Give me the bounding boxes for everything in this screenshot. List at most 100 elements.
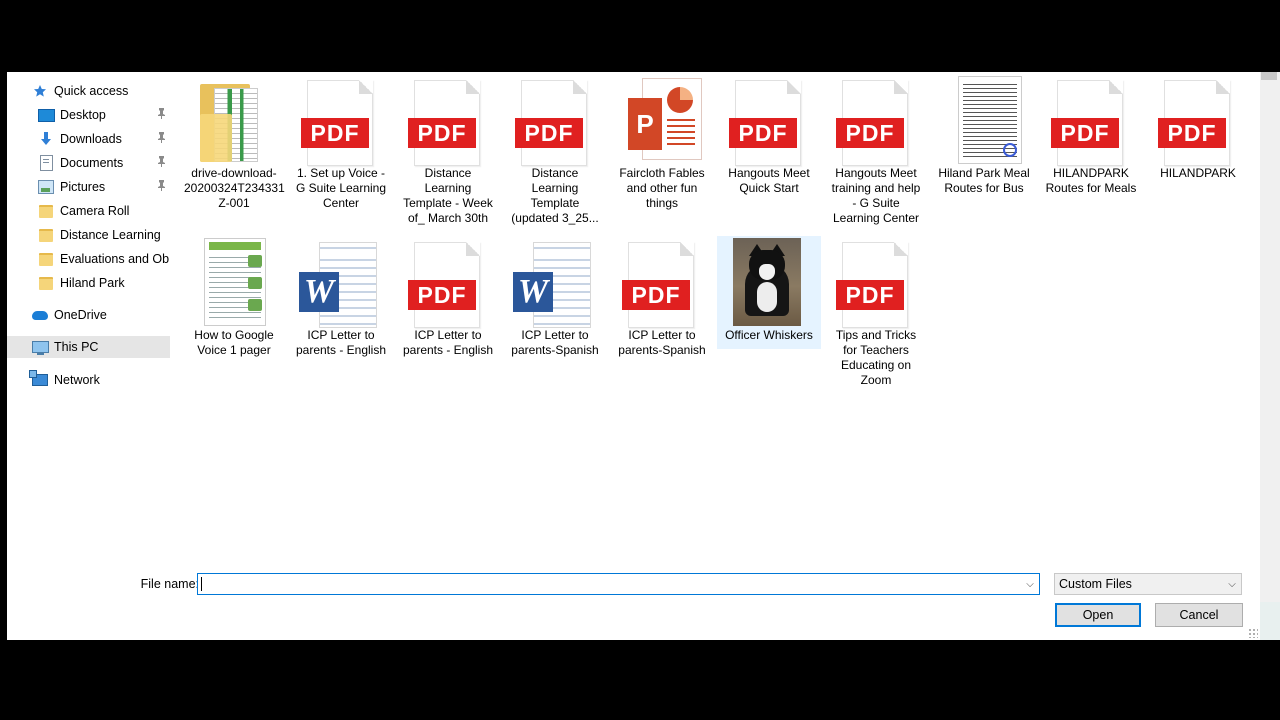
file-item[interactable]: How to Google Voice 1 pager [182, 236, 286, 358]
file-type-dropdown[interactable]: Custom Files ⌵ [1054, 573, 1242, 595]
file-name-label: Hangouts Meet Quick Start [728, 166, 810, 195]
nav-item-desktop[interactable]: Desktop [7, 104, 170, 126]
pdf-badge: PDF [729, 118, 797, 148]
file-item[interactable]: PDF Hangouts Meet training and help - G S… [824, 74, 928, 226]
file-item[interactable]: PDF 1. Set up Voice - G Suite Learning Ce… [289, 74, 393, 211]
file-item[interactable]: W ICP Letter to parents-Spanish [503, 236, 607, 358]
file-name-combobox[interactable]: ⌵ [197, 573, 1040, 595]
nav-item-label: Desktop [60, 108, 106, 122]
pdf-file-icon: PDF [824, 236, 928, 328]
file-item[interactable]: PDF Hangouts Meet Quick Start [717, 74, 821, 196]
computer-icon [31, 339, 49, 355]
nav-item-label: OneDrive [54, 308, 107, 322]
file-item[interactable]: PDF Distance Learning Template - Week of_… [396, 74, 500, 226]
navigation-pane[interactable]: Quick access Desktop Downloads Documents Pic… [7, 72, 170, 562]
file-name-label: drive-download- 20200324T234331 Z-001 [184, 166, 285, 210]
file-item[interactable]: P Faircloth Fables and other fun things [610, 74, 714, 211]
file-item[interactable]: Hiland Park Meal Routes for Bus [932, 74, 1036, 196]
pdf-badge: PDF [836, 280, 904, 310]
pin-icon [157, 180, 166, 194]
resize-grip-icon[interactable] [1248, 628, 1258, 638]
file-type-value: Custom Files [1059, 577, 1132, 591]
nav-item-documents[interactable]: Documents [7, 152, 170, 174]
file-name-label: Distance Learning Template - Week of_ Ma… [403, 166, 493, 225]
file-name-label: Officer Whiskers [725, 328, 813, 342]
scrollbar-thumb [1261, 72, 1277, 80]
nav-item-label: Quick access [54, 84, 129, 98]
file-item[interactable]: drive-download- 20200324T234331 Z-001 [182, 74, 286, 211]
file-name-label: Hiland Park Meal Routes for Bus [938, 166, 1030, 195]
desktop-icon [37, 107, 55, 123]
background-window-scrollbar [1260, 72, 1280, 602]
download-arrow-icon [37, 131, 55, 147]
file-item[interactable]: PDF HILANDPARK [1146, 74, 1250, 181]
file-name-label: Hangouts Meet training and help - G Suit… [831, 166, 921, 225]
network-icon [29, 370, 49, 388]
folder-icon [37, 251, 55, 267]
pdf-file-icon: PDF [396, 74, 500, 166]
pdf-file-icon: PDF [717, 74, 821, 166]
file-item[interactable]: Officer Whiskers [717, 236, 821, 349]
file-name-label: HILANDPARK [1160, 166, 1236, 180]
star-icon [31, 83, 49, 99]
file-name-label: ICP Letter to parents - English [402, 328, 494, 357]
pdf-file-icon: PDF [1146, 74, 1250, 166]
nav-item-label: Pictures [60, 180, 106, 194]
cloud-icon [31, 307, 49, 323]
nav-item-downloads[interactable]: Downloads [7, 128, 170, 150]
pdf-badge: PDF [301, 118, 369, 148]
pdf-badge: PDF [515, 118, 583, 148]
pdf-file-icon: PDF [1039, 74, 1143, 166]
pdf-file-icon: PDF [503, 74, 607, 166]
nav-item-pictures[interactable]: Pictures [7, 176, 170, 198]
pdf-badge: PDF [408, 280, 476, 310]
powerpoint-badge: P [628, 98, 662, 150]
nav-item-this-pc[interactable]: This PC [7, 336, 170, 358]
file-name-label: Faircloth Fables and other fun things [619, 166, 705, 210]
file-item[interactable]: W ICP Letter to parents - English [289, 236, 393, 358]
powerpoint-file-icon: P [610, 74, 714, 166]
folder-icon [37, 275, 55, 291]
pdf-badge: PDF [1051, 118, 1119, 148]
nav-item-hiland-park[interactable]: Hiland Park [7, 272, 170, 294]
file-name-label: ICP Letter to parents-Spanish [511, 328, 599, 357]
pdf-badge: PDF [622, 280, 690, 310]
file-item[interactable]: PDF Distance Learning Template (updated 3… [503, 74, 607, 226]
file-item[interactable]: PDF ICP Letter to parents-Spanish [610, 236, 714, 358]
nav-item-onedrive[interactable]: OneDrive [7, 304, 170, 326]
nav-item-label: Hiland Park [60, 276, 125, 290]
pdf-file-icon: PDF [824, 74, 928, 166]
word-badge: W [299, 272, 339, 312]
nav-item-label: Camera Roll [60, 204, 130, 218]
file-item[interactable]: PDF Tips and Tricks for Teachers Educatin… [824, 236, 928, 388]
file-name-label: Tips and Tricks for Teachers Educating o… [835, 328, 917, 387]
chevron-down-icon[interactable]: ⌵ [1021, 579, 1039, 590]
open-button[interactable]: Open [1055, 603, 1141, 627]
file-name-label: ICP Letter to parents - English [295, 328, 387, 357]
nav-item-label: Network [54, 373, 100, 387]
nav-item-network[interactable]: Network [7, 369, 170, 391]
nav-item-camera-roll[interactable]: Camera Roll [7, 200, 170, 222]
file-item[interactable]: PDF HILANDPARK Routes for Meals [1039, 74, 1143, 196]
file-name-label: How to Google Voice 1 pager [194, 328, 274, 357]
file-name-label: 1. Set up Voice - G Suite Learning Cente… [295, 166, 387, 210]
file-item[interactable]: PDF ICP Letter to parents - English [396, 236, 500, 358]
file-name-input[interactable] [202, 575, 1021, 593]
pdf-file-icon: PDF [610, 236, 714, 328]
file-name-label: File name: [140, 577, 199, 591]
nav-item-distance-learning[interactable]: Distance Learning [7, 224, 170, 246]
nav-item-quick-access[interactable]: Quick access [7, 80, 170, 102]
file-name-label: HILANDPARK Routes for Meals [1045, 166, 1137, 195]
word-file-icon: W [503, 236, 607, 328]
document-thumbnail [932, 74, 1036, 166]
pin-icon [157, 108, 166, 122]
pin-icon [157, 156, 166, 170]
nav-item-label: Distance Learning [60, 228, 161, 242]
folder-icon [37, 203, 55, 219]
word-badge: W [513, 272, 553, 312]
document-icon [37, 155, 55, 171]
document-thumbnail [182, 236, 286, 328]
nav-item-evaluations-and-ob[interactable]: Evaluations and Ob [7, 248, 170, 270]
cancel-button[interactable]: Cancel [1155, 603, 1243, 627]
nav-item-label: This PC [54, 340, 99, 354]
